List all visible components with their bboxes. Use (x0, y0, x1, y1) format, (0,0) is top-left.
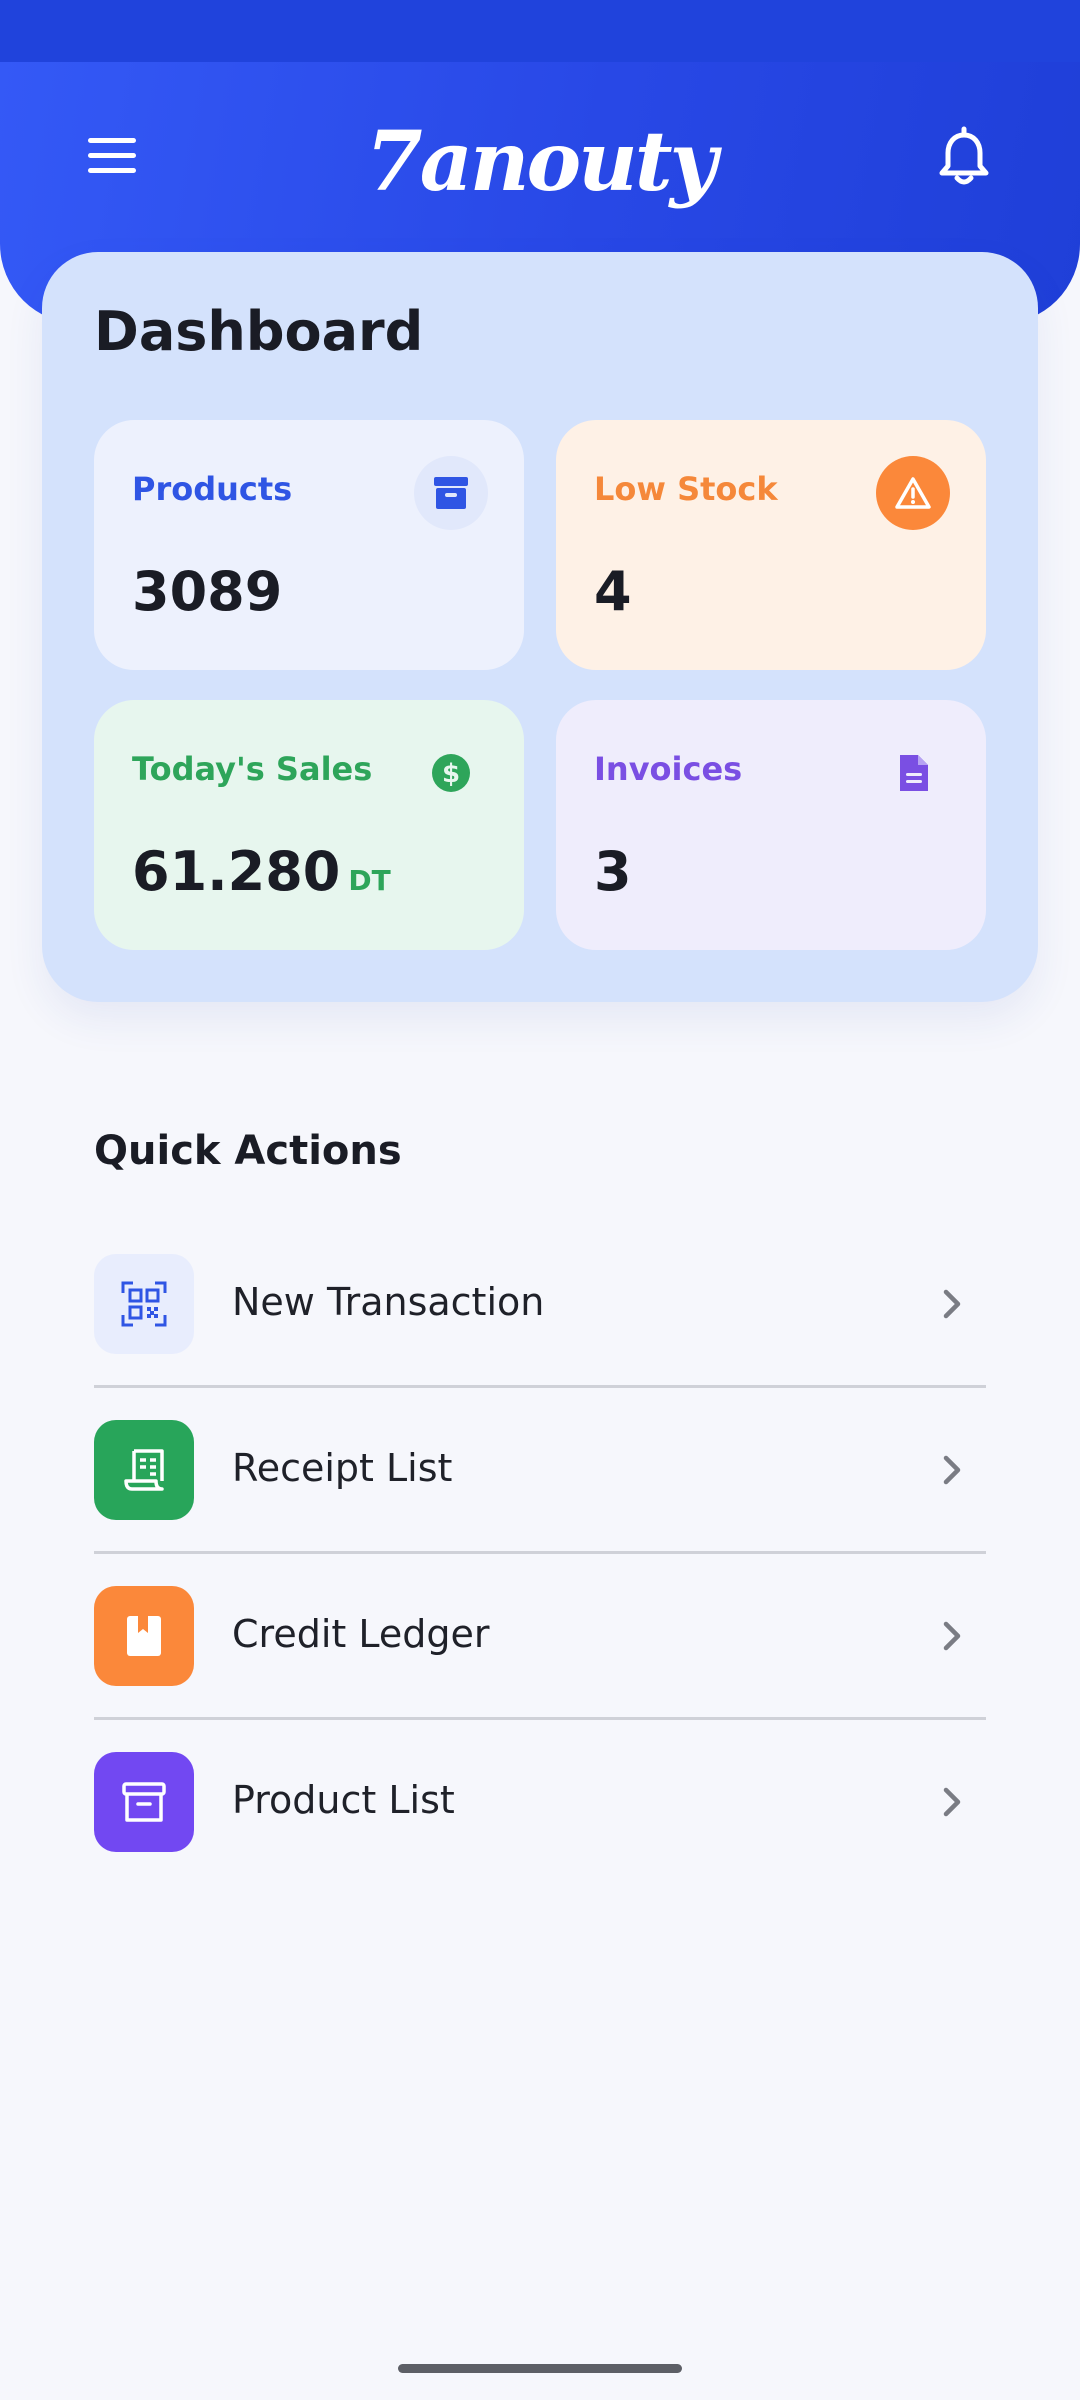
quick-action-label: New Transaction (232, 1280, 545, 1324)
stat-card-products[interactable]: Products 3089 (94, 420, 524, 670)
archive-box-icon (94, 1752, 194, 1852)
stat-label: Invoices (594, 750, 743, 788)
stat-card-invoices[interactable]: Invoices 3 (556, 700, 986, 950)
stat-unit: DT (348, 864, 391, 897)
warning-triangle-icon (876, 456, 950, 530)
app-logo: 7anouty (365, 114, 718, 210)
stat-value: 3089 (132, 560, 283, 623)
chevron-right-icon (938, 1450, 968, 1490)
hamburger-menu-icon[interactable] (88, 136, 140, 176)
quick-action-label: Product List (232, 1778, 455, 1822)
stat-value: 3 (594, 840, 632, 903)
stat-card-low-stock[interactable]: Low Stock 4 (556, 420, 986, 670)
stat-label: Products (132, 470, 293, 508)
quick-actions-title: Quick Actions (94, 1128, 402, 1174)
bell-icon[interactable] (936, 126, 992, 186)
stat-label: Today's Sales (132, 750, 373, 788)
chevron-right-icon (938, 1616, 968, 1656)
receipt-icon (94, 1420, 194, 1520)
quick-action-receipt-list[interactable]: Receipt List (94, 1388, 986, 1554)
dollar-coin-icon: $ (414, 736, 488, 810)
stat-card-todays-sales[interactable]: Today's Sales $ 61.280 DT (94, 700, 524, 950)
qr-code-scan-icon (94, 1254, 194, 1354)
chevron-right-icon (938, 1782, 968, 1822)
svg-text:$: $ (442, 759, 460, 789)
status-bar (0, 0, 1080, 62)
home-indicator[interactable] (398, 2364, 682, 2373)
quick-action-new-transaction[interactable]: New Transaction (94, 1222, 986, 1388)
document-icon (876, 736, 950, 810)
stat-value: 4 (594, 560, 632, 623)
dashboard-title: Dashboard (94, 300, 424, 363)
ledger-book-icon (94, 1586, 194, 1686)
quick-action-credit-ledger[interactable]: Credit Ledger (94, 1554, 986, 1720)
quick-action-product-list[interactable]: Product List (94, 1720, 986, 1886)
quick-action-label: Receipt List (232, 1446, 453, 1490)
quick-action-label: Credit Ledger (232, 1612, 490, 1656)
stat-value: 61.280 DT (132, 840, 391, 903)
archive-box-icon (414, 456, 488, 530)
chevron-right-icon (938, 1284, 968, 1324)
stat-label: Low Stock (594, 470, 778, 508)
